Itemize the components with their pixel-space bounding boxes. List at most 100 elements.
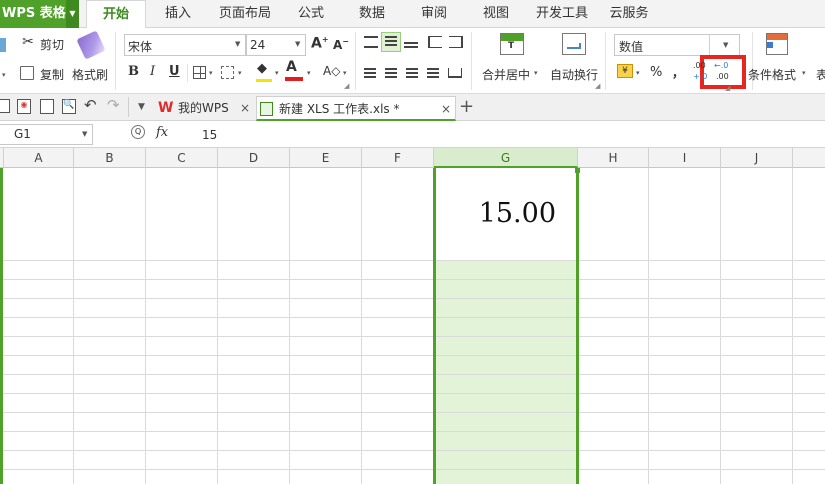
align-bottom-icon[interactable] [404, 42, 418, 44]
copy-icon[interactable] [20, 66, 34, 80]
conditional-format-button[interactable]: 条件格式 [748, 66, 796, 83]
font-color-icon[interactable]: A [286, 59, 297, 75]
clear-format-icon[interactable]: A◇ [323, 64, 340, 78]
decrease-decimal-button[interactable]: ←.0 .00 [714, 61, 734, 85]
tab-view[interactable]: 视图 [470, 0, 522, 28]
align-middle-icon[interactable] [381, 32, 401, 52]
decrease-indent-icon[interactable] [428, 36, 442, 48]
column-header-j[interactable]: J [721, 148, 793, 168]
chevron-down-icon[interactable]: ▾ [275, 69, 279, 77]
font-name-select[interactable]: 宋体 ▼ [124, 34, 246, 56]
cut-button[interactable]: 剪切 [40, 36, 64, 53]
chevron-down-icon[interactable]: ▼ [723, 41, 728, 49]
quick-access-dropdown-icon[interactable]: ▼ [138, 102, 145, 112]
column-header-c[interactable]: C [146, 148, 218, 168]
increase-decimal-button[interactable]: .00 +.0 [693, 61, 711, 85]
print-icon[interactable] [40, 99, 54, 114]
chevron-down-icon[interactable]: ▾ [636, 69, 640, 77]
chevron-down-icon[interactable]: ▼ [295, 40, 300, 48]
chevron-down-icon[interactable]: ▾ [209, 69, 213, 77]
tab-developer[interactable]: 开发工具 [530, 0, 594, 28]
align-center-icon[interactable] [385, 68, 397, 70]
conditional-format-icon[interactable] [766, 33, 788, 55]
bold-button[interactable]: B [128, 64, 139, 79]
insert-function-button[interactable]: fx [156, 125, 168, 140]
merge-center-button[interactable]: 合并居中 [482, 66, 530, 83]
wrap-text-icon[interactable] [562, 33, 586, 55]
chevron-down-icon[interactable]: ▾ [534, 69, 538, 77]
chevron-down-icon[interactable]: ▼ [235, 40, 240, 48]
open-file-icon[interactable]: ◉ [17, 99, 31, 114]
align-left-icon[interactable] [364, 68, 376, 70]
paste-dropdown-icon[interactable]: ▾ [2, 71, 6, 79]
format-painter-button[interactable]: 格式刷 [72, 66, 108, 83]
chevron-down-icon[interactable]: ▾ [307, 69, 311, 77]
tab-formulas[interactable]: 公式 [286, 0, 336, 28]
tab-home[interactable]: 开始 [86, 0, 146, 29]
paste-icon[interactable] [0, 38, 6, 52]
alignment-dialog-launcher-icon[interactable]: ◢ [595, 82, 600, 90]
scissors-icon[interactable]: ✂ [20, 34, 36, 50]
format-painter-icon[interactable] [76, 30, 106, 60]
new-file-icon[interactable] [0, 99, 10, 113]
font-size-select[interactable]: 24 ▼ [246, 34, 306, 56]
name-box[interactable]: G1 ▼ [0, 124, 93, 145]
borders-icon[interactable] [193, 66, 206, 79]
currency-icon[interactable]: ¥ [617, 64, 633, 78]
grow-font-icon[interactable]: A+ [311, 35, 329, 52]
column-header-h[interactable]: H [578, 148, 649, 168]
align-top-icon[interactable] [364, 36, 378, 48]
percent-button[interactable]: % [650, 65, 662, 80]
column-line [145, 168, 146, 484]
chevron-down-icon[interactable]: ▾ [238, 69, 242, 77]
number-format-select[interactable]: 数值 ▼ [614, 34, 740, 56]
close-icon[interactable]: × [441, 97, 451, 121]
wrap-text-button[interactable]: 自动换行 [550, 66, 598, 83]
tab-review[interactable]: 审阅 [408, 0, 460, 28]
tab-cloud-service[interactable]: 云服务 [602, 0, 656, 28]
justify-icon[interactable] [427, 68, 439, 70]
app-menu-dropdown-icon[interactable]: ▼ [66, 0, 79, 28]
undo-icon[interactable]: ↶ [84, 96, 97, 114]
column-header-f[interactable]: F [362, 148, 434, 168]
tab-insert[interactable]: 插入 [152, 0, 204, 28]
column-header-i[interactable]: I [649, 148, 721, 168]
new-tab-plus-icon[interactable]: + [459, 96, 474, 117]
comma-style-button[interactable]: ， [672, 64, 684, 81]
tab-data[interactable]: 数据 [346, 0, 398, 28]
chevron-down-icon[interactable]: ▾ [343, 69, 347, 77]
doc-tab-my-wps[interactable]: W 我的WPS × [156, 96, 256, 121]
redo-icon[interactable]: ↷ [107, 96, 120, 114]
table-style-button[interactable]: 表 [816, 66, 825, 83]
align-right-icon[interactable] [406, 68, 418, 70]
merge-center-icon[interactable]: T [500, 33, 524, 55]
group-divider [605, 32, 606, 90]
doc-tab-active-workbook[interactable]: 新建 XLS 工作表.xls * × [256, 96, 456, 121]
column-header-d[interactable]: D [218, 148, 290, 168]
worksheet-grid[interactable]: 15.00 [0, 168, 825, 484]
zoom-lookup-icon[interactable]: Q [131, 125, 145, 139]
font-dialog-launcher-icon[interactable]: ◢ [344, 82, 349, 90]
print-preview-icon[interactable]: 🔍 [62, 99, 76, 114]
increase-indent-icon[interactable] [449, 36, 463, 48]
column-header-g[interactable]: G [434, 148, 578, 168]
chevron-down-icon[interactable]: ▼ [82, 130, 87, 138]
cell-g1[interactable]: 15.00 [436, 168, 576, 260]
underline-button[interactable]: U [169, 64, 180, 79]
chevron-down-icon[interactable]: ▾ [802, 69, 806, 77]
copy-button[interactable]: 复制 [40, 66, 64, 83]
cell-fill-grid-icon[interactable] [221, 66, 234, 79]
column-header-k[interactable] [793, 148, 825, 168]
column-header-a[interactable]: A [4, 148, 74, 168]
formula-input[interactable]: 15 [190, 124, 825, 146]
tab-page-layout[interactable]: 页面布局 [210, 0, 280, 28]
number-dialog-launcher-icon[interactable]: ◢ [725, 84, 730, 92]
column-header-b[interactable]: B [74, 148, 146, 168]
italic-button[interactable]: I [150, 64, 155, 79]
shrink-font-icon[interactable]: A− [333, 37, 349, 52]
column-header-e[interactable]: E [290, 148, 362, 168]
fill-color-icon[interactable]: ◆ [257, 61, 267, 76]
app-menu-button[interactable]: WPS 表格 [0, 0, 66, 28]
distributed-align-icon[interactable] [448, 68, 462, 78]
close-icon[interactable]: × [240, 96, 250, 120]
